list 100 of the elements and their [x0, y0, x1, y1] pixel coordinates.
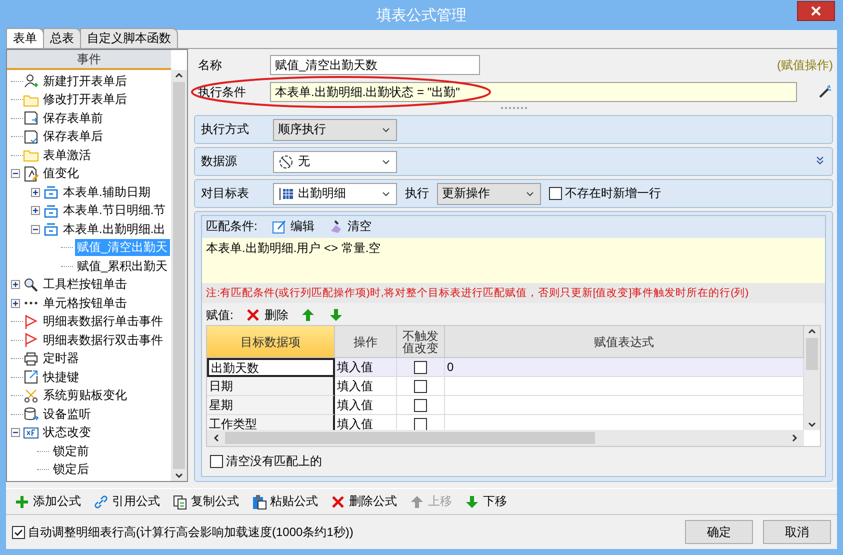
checkbox[interactable]	[414, 360, 427, 374]
table-cell: 工作类型	[207, 415, 335, 430]
tree-item[interactable]: 表单激活	[41, 146, 93, 164]
no-entry-icon	[278, 154, 294, 170]
scissors-icon	[23, 388, 39, 404]
tray-icon	[43, 184, 59, 200]
dialog-button[interactable]: 取消	[763, 520, 831, 544]
checkbox[interactable]	[414, 418, 427, 430]
down-arrow-icon	[328, 307, 344, 324]
tree-item[interactable]: 设备监听	[41, 406, 93, 423]
shortcut-icon	[23, 369, 39, 386]
dropdown[interactable]: 更新操作	[437, 182, 541, 204]
clear-button[interactable]: 清空	[328, 218, 372, 236]
tree-item[interactable]: 保存表单前	[41, 110, 105, 127]
toolbar-button[interactable]: 添加公式	[14, 493, 81, 510]
expand-icon[interactable]	[31, 188, 40, 197]
collapse-icon[interactable]	[11, 428, 20, 438]
save-icon	[23, 110, 39, 126]
expand-icon[interactable]	[11, 298, 20, 308]
up-arrow-icon	[409, 494, 425, 510]
double-chevron-icon	[814, 154, 826, 166]
toolbar-button[interactable]: 引用公式	[93, 493, 160, 510]
column-header[interactable]: 目标数据项	[207, 326, 335, 358]
tree-item[interactable]: 本表单.辅助日期	[61, 184, 152, 201]
condition-field[interactable]: 本表单.出勤明细.出勤状态 = "出勤"	[270, 82, 797, 102]
tree-item[interactable]: 快捷键	[41, 368, 81, 386]
dropdown[interactable]: 出勤明细	[273, 182, 397, 204]
scroll-down-icon[interactable]	[807, 420, 817, 430]
plus-icon	[14, 494, 30, 510]
toolbar-button[interactable]: 下移	[464, 493, 507, 510]
move-down-button[interactable]	[328, 307, 344, 324]
table-row[interactable]: 星期 填入值	[207, 396, 804, 415]
tab[interactable]: 自定义脚本函数	[80, 28, 178, 48]
tree-item[interactable]: 锁定前	[51, 442, 91, 460]
scroll-thumb[interactable]	[173, 82, 185, 469]
tree-item[interactable]: 锁定后	[51, 461, 91, 478]
down-arrow-icon	[464, 494, 480, 510]
tab[interactable]: 表单	[6, 28, 44, 48]
column-header[interactable]: 不触发值改变	[397, 326, 445, 358]
column-header[interactable]: 操作	[335, 326, 397, 358]
match-expression-field[interactable]: 本表单.出勤明细.用户 <> 常量.空	[202, 238, 825, 284]
tree-item[interactable]: 状态改变	[41, 424, 93, 442]
scroll-down-icon[interactable]	[174, 471, 184, 481]
checkbox[interactable]	[210, 455, 223, 468]
dropdown[interactable]: 顺序执行	[273, 118, 397, 140]
tree-item[interactable]: 本表单.节日明细.节	[61, 202, 168, 220]
dialog-button[interactable]: 确定	[685, 520, 753, 544]
field-label: 对目标表	[201, 185, 250, 202]
delete-button[interactable]: 删除	[245, 306, 288, 324]
scroll-up-icon[interactable]	[174, 70, 184, 80]
copy-icon	[172, 494, 188, 510]
expand-icon[interactable]	[11, 280, 20, 290]
dropdown[interactable]: 无	[273, 150, 397, 172]
tree-item[interactable]: 赋值_累积出勤天	[75, 258, 170, 275]
delete-icon	[330, 494, 346, 510]
document-pen-icon	[23, 166, 39, 182]
name-field[interactable]: 赋值_清空出勤天数	[270, 55, 480, 75]
checkbox[interactable]	[414, 398, 427, 412]
expand-icon[interactable]	[31, 206, 40, 216]
tree-item[interactable]: 本表单.出勤明细.出	[61, 220, 168, 238]
toolbar-button[interactable]: 粘贴公式	[251, 493, 318, 510]
close-button[interactable]	[797, 1, 835, 21]
tree-item[interactable]: 值变化	[41, 165, 81, 182]
tree-item[interactable]: 明细表数据行单击事件	[41, 313, 165, 330]
scrollbar[interactable]	[171, 70, 187, 481]
dots-icon	[23, 301, 39, 306]
splitter-handle[interactable]	[500, 107, 526, 110]
tab[interactable]: 总表	[43, 28, 81, 48]
tree-item[interactable]: 修改打开表单后	[41, 91, 129, 108]
checkbox-label[interactable]: 自动调整明细表行高(计算行高会影响加载速度(1000条约1秒))	[28, 524, 354, 540]
collapse-icon[interactable]	[11, 169, 20, 178]
edit-button[interactable]: 编辑	[271, 218, 314, 236]
magnifier-icon	[23, 276, 39, 293]
tree-item[interactable]: 保存表单后	[41, 128, 105, 146]
scroll-up-icon[interactable]	[807, 326, 817, 336]
scrollbar[interactable]	[804, 326, 820, 430]
move-up-button[interactable]	[300, 307, 316, 324]
tree-item[interactable]: 新建打开表单后	[41, 72, 129, 90]
table-row[interactable]: 日期 填入值	[207, 377, 804, 396]
tree-item[interactable]: 单元格按钮单击	[41, 294, 129, 312]
tree-item[interactable]: 明细表数据行双击事件	[41, 332, 165, 349]
table-cell-text: 0	[447, 359, 454, 376]
checkbox[interactable]	[414, 380, 427, 392]
toolbar-button[interactable]: 复制公式	[172, 493, 239, 510]
scroll-left-icon[interactable]	[211, 433, 221, 443]
scroll-right-icon[interactable]	[790, 433, 800, 443]
scroll-thumb[interactable]	[806, 338, 818, 370]
tree-item[interactable]: 系统剪贴板变化	[41, 387, 129, 404]
checkbox[interactable]	[12, 526, 25, 538]
scrollbar[interactable]	[207, 430, 804, 446]
column-header[interactable]: 赋值表达式	[445, 326, 804, 358]
checkbox-label[interactable]: 清空没有匹配上的	[226, 453, 322, 470]
tree-item[interactable]: 定时器	[41, 350, 81, 368]
field-label: 执行	[405, 185, 429, 202]
scroll-thumb[interactable]	[225, 432, 595, 444]
tree-item[interactable]: 工具栏按钮单击	[41, 276, 129, 294]
collapse-icon[interactable]	[31, 224, 40, 234]
checkbox-label[interactable]: 不存在时新增一行	[565, 185, 661, 202]
toolbar-button[interactable]: 删除公式	[330, 493, 397, 510]
checkbox[interactable]	[549, 187, 562, 200]
